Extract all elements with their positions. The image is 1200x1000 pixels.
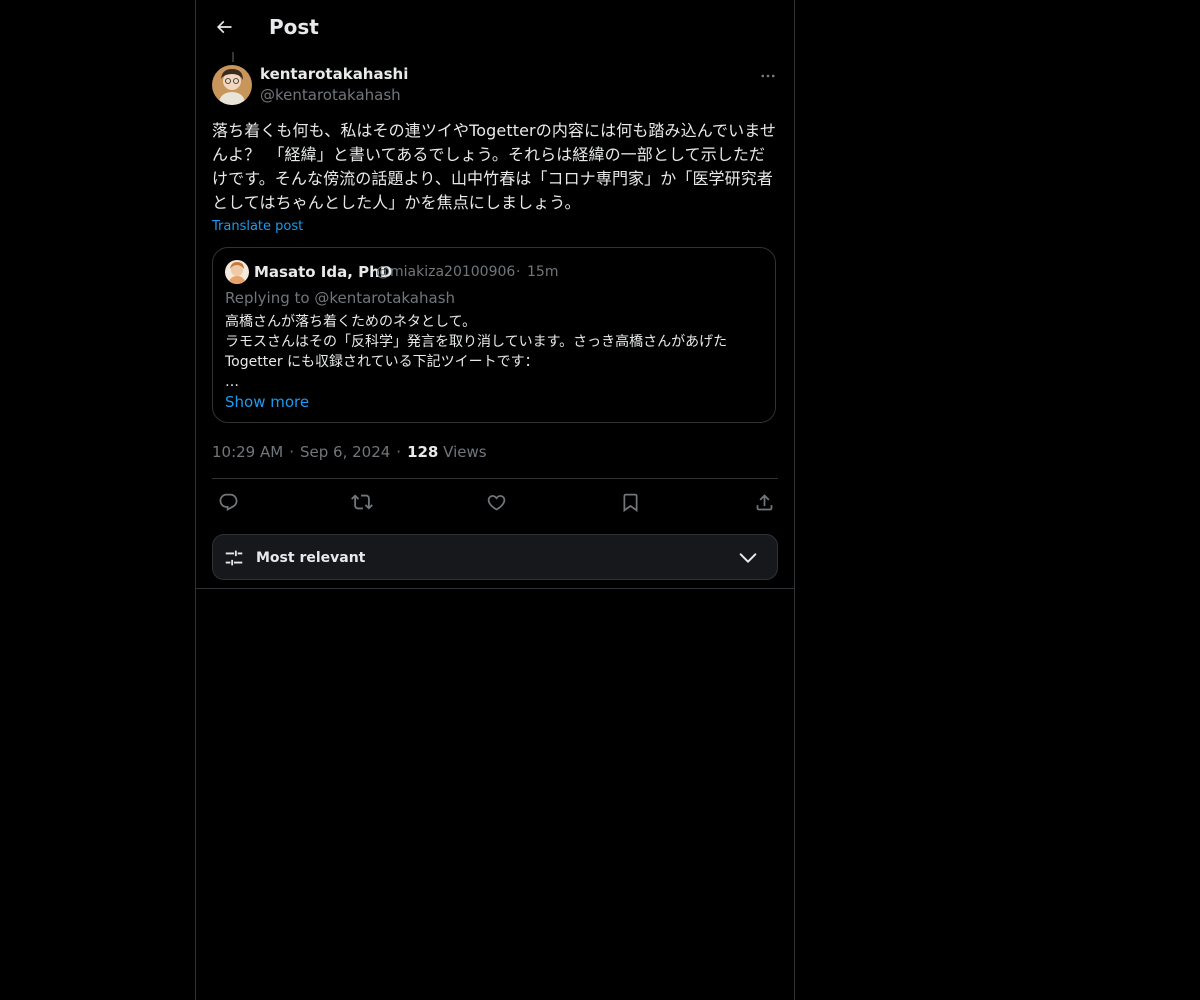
views-label: Views <box>443 443 487 461</box>
back-button[interactable] <box>210 13 238 41</box>
header: Post <box>196 0 794 54</box>
chevron-down-icon <box>739 553 757 563</box>
page-title: Post <box>269 15 319 39</box>
like-icon <box>487 494 505 511</box>
share-icon <box>756 493 772 510</box>
views-count: 128 <box>407 443 439 461</box>
share-button[interactable] <box>751 489 777 515</box>
divider <box>212 478 778 479</box>
bookmark-icon <box>623 493 637 512</box>
repost-button[interactable] <box>349 489 375 515</box>
arrow-left-icon <box>216 20 232 34</box>
quoted-post[interactable]: Masato Ida, PhD @miakiza20100906 · 15m R… <box>212 247 776 423</box>
author-handle[interactable]: @kentarotakahash <box>260 85 401 105</box>
sort-label: Most relevant <box>256 550 366 566</box>
quote-text: 高橋さんが落ち着くためのネタとして。 ラモスさんはその「反科学」発言を取り消して… <box>225 314 728 390</box>
section-divider <box>196 588 794 589</box>
reply-sort-dropdown[interactable]: Most relevant <box>212 534 778 580</box>
meta-separator: · <box>396 443 402 461</box>
reply-icon <box>219 493 237 511</box>
quote-display-name: Masato Ida, PhD <box>254 263 393 281</box>
sliders-icon <box>225 550 243 566</box>
quote-handle: @miakiza20100906 <box>376 264 516 280</box>
thread-line <box>232 52 234 62</box>
post-date[interactable]: Sep 6, 2024 <box>300 443 390 461</box>
author-display-name[interactable]: kentarotakahashi <box>260 64 408 84</box>
translate-post-link[interactable]: Translate post <box>212 218 303 236</box>
like-button[interactable] <box>483 489 509 515</box>
quote-avatar <box>225 260 249 284</box>
meta-separator: · <box>289 443 294 461</box>
more-options-button[interactable] <box>756 64 780 88</box>
post-meta: 10:29 AM · Sep 6, 2024 · 128 Views <box>212 442 487 462</box>
post-text: 落ち着くも何も、私はその連ツイやTogetterの内容には何も踏み込んでいません… <box>212 121 776 212</box>
bookmark-button[interactable] <box>617 489 643 515</box>
quote-replying-to: Replying to @kentarotakahash <box>225 289 456 307</box>
quote-timestamp: 15m <box>527 264 559 280</box>
post-time[interactable]: 10:29 AM <box>212 443 283 461</box>
quote-separator: · <box>516 264 521 280</box>
avatar[interactable] <box>212 65 252 105</box>
reply-button[interactable] <box>215 489 241 515</box>
show-more-link[interactable]: Show more <box>225 392 309 412</box>
more-icon <box>761 74 775 78</box>
primary-column: Post kentarotakahashi @kentarotakahash 落… <box>195 0 795 1000</box>
repost-icon <box>351 494 373 510</box>
